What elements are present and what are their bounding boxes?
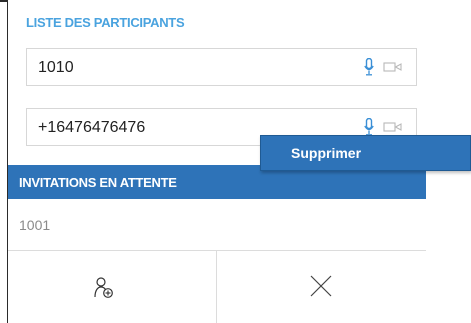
add-participant-icon	[94, 277, 113, 298]
participants-list-title: LISTE DES PARTICIPANTS	[26, 15, 185, 30]
pending-invitations-title: INVITATIONS EN ATTENTE	[19, 175, 177, 190]
add-participant-button[interactable]	[8, 251, 216, 323]
context-menu-item-delete[interactable]: Supprimer	[291, 145, 361, 161]
context-menu: Supprimer	[260, 135, 471, 171]
participant-number: +16476476476	[38, 119, 146, 136]
close-icon	[310, 275, 332, 297]
camera-icon[interactable]	[383, 61, 403, 73]
microphone-icon[interactable]	[364, 58, 374, 76]
microphone-icon[interactable]	[364, 118, 374, 136]
participant-number: 1010	[38, 59, 74, 76]
pending-invitation-item[interactable]: 1001	[19, 217, 50, 233]
camera-icon[interactable]	[383, 121, 403, 133]
participant-row[interactable]: 1010	[26, 48, 417, 86]
close-button[interactable]	[217, 251, 426, 323]
